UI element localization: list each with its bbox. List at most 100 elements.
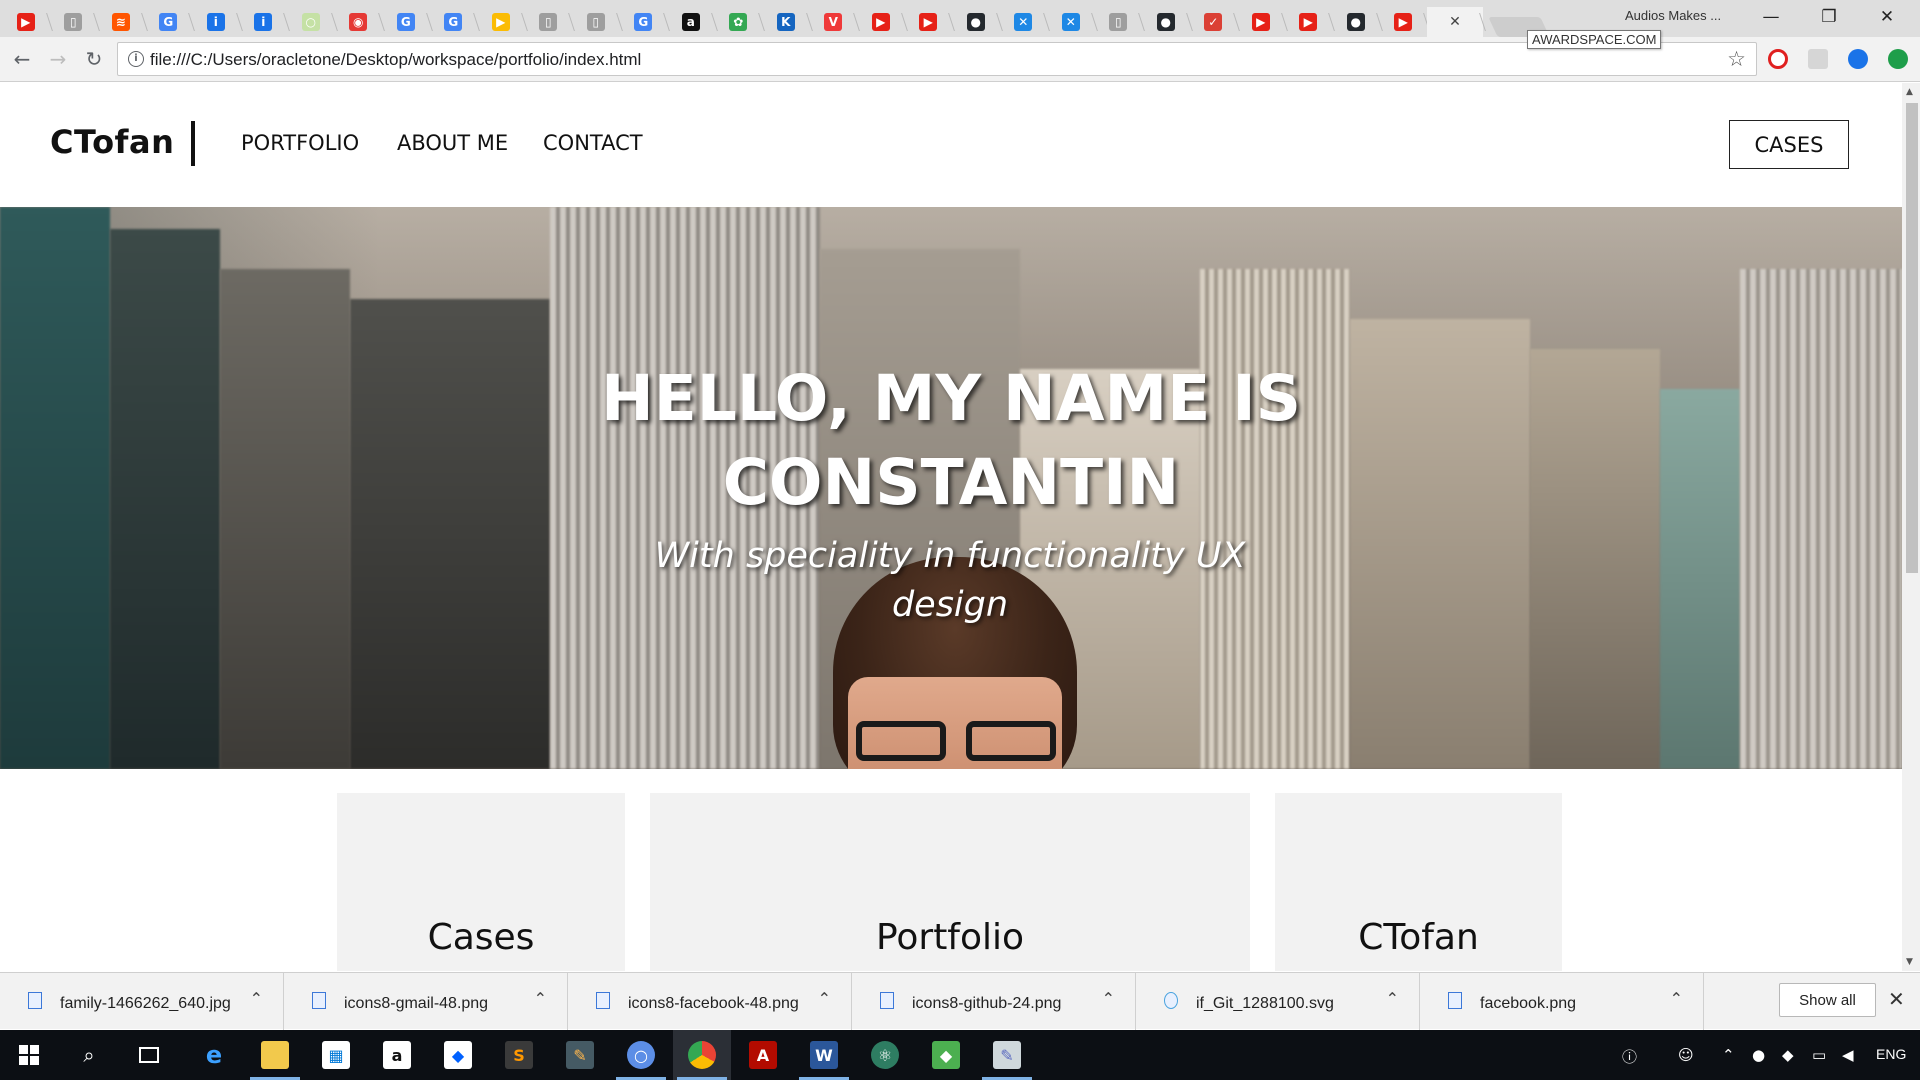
chevron-up-icon[interactable]: ⌃: [818, 989, 831, 1008]
browser-tab[interactable]: ▯: [525, 7, 573, 37]
task-view-button[interactable]: [120, 1030, 178, 1080]
chevron-up-icon[interactable]: ⌃: [250, 989, 263, 1008]
browser-tab[interactable]: ▶: [1237, 7, 1285, 37]
browser-tab[interactable]: K: [762, 7, 810, 37]
network-icon[interactable]: ●: [1752, 1046, 1765, 1064]
nav-portfolio-link[interactable]: PORTFOLIO: [241, 131, 359, 155]
search-extension-icon[interactable]: [1848, 49, 1868, 69]
browser-tab[interactable]: ▶: [905, 7, 953, 37]
reload-button[interactable]: ↻: [80, 45, 108, 73]
browser-tab[interactable]: ▯: [50, 7, 98, 37]
browser-tab[interactable]: i: [240, 7, 288, 37]
chevron-up-icon[interactable]: ⌃: [1386, 989, 1399, 1008]
paint-button[interactable]: ✎: [978, 1030, 1036, 1080]
browser-tab[interactable]: ▶: [857, 7, 905, 37]
chromium-icon: ○: [627, 1041, 655, 1069]
browser-tab[interactable]: ●: [952, 7, 1000, 37]
scroll-down-icon[interactable]: ▼: [1906, 957, 1913, 967]
close-window-button[interactable]: ✕: [1864, 0, 1910, 34]
browser-tab[interactable]: ●: [1142, 7, 1190, 37]
address-bar[interactable]: i file:///C:/Users/oracletone/Desktop/wo…: [117, 42, 1757, 76]
help-icon[interactable]: ⓘ: [1622, 1046, 1637, 1067]
atom-button[interactable]: ⚛: [856, 1030, 914, 1080]
card-ctofan[interactable]: CTofan: [1275, 793, 1562, 971]
nav-contact-link[interactable]: CONTACT: [543, 131, 643, 155]
amazon-button[interactable]: a: [368, 1030, 426, 1080]
file-explorer-button[interactable]: [246, 1030, 304, 1080]
card-portfolio[interactable]: Portfolio: [650, 793, 1250, 971]
show-all-button[interactable]: Show all: [1779, 983, 1876, 1017]
download-item[interactable]: if_Git_1288100.svg ⌃: [1136, 973, 1420, 1030]
download-item[interactable]: family-1466262_640.jpg ⌃: [0, 973, 284, 1030]
battery-icon[interactable]: ▭: [1812, 1046, 1826, 1064]
nav-about-link[interactable]: ABOUT ME: [397, 131, 508, 155]
browser-tab-active[interactable]: ✕: [1427, 7, 1483, 37]
dropbox-button[interactable]: ◆: [429, 1030, 487, 1080]
card-cases[interactable]: Cases: [337, 793, 625, 971]
site-logo[interactable]: CTofan: [50, 123, 174, 161]
browser-tab[interactable]: ◉: [335, 7, 383, 37]
browser-tab[interactable]: ≋: [97, 7, 145, 37]
browser-tab[interactable]: a: [667, 7, 715, 37]
browser-tab[interactable]: ▶: [2, 7, 50, 37]
green-extension-icon[interactable]: [1888, 49, 1908, 69]
git-button[interactable]: ◆: [917, 1030, 975, 1080]
browser-tab[interactable]: ✕: [1047, 7, 1095, 37]
opera-extension-icon[interactable]: [1768, 49, 1788, 69]
word-button[interactable]: W: [795, 1030, 853, 1080]
store-button[interactable]: ▦: [307, 1030, 365, 1080]
browser-tab[interactable]: ▯: [1095, 7, 1143, 37]
browser-tab[interactable]: ▶: [1285, 7, 1333, 37]
download-item[interactable]: facebook.png ⌃: [1420, 973, 1704, 1030]
browser-tab[interactable]: ○: [287, 7, 335, 37]
cases-button[interactable]: CASES: [1729, 120, 1849, 169]
download-item[interactable]: icons8-github-24.png ⌃: [852, 973, 1136, 1030]
chevron-up-icon[interactable]: ⌃: [534, 989, 547, 1008]
url-text[interactable]: file:///C:/Users/oracletone/Desktop/work…: [150, 50, 641, 70]
download-item[interactable]: icons8-gmail-48.png ⌃: [284, 973, 568, 1030]
browser-tab[interactable]: G: [620, 7, 668, 37]
edge-button[interactable]: e: [185, 1030, 243, 1080]
dropbox-tray-icon[interactable]: ◆: [1782, 1046, 1794, 1064]
browser-tab[interactable]: V: [810, 7, 858, 37]
page-info-icon[interactable]: i: [128, 51, 144, 67]
vertical-scrollbar[interactable]: ▲ ▼: [1902, 83, 1920, 971]
volume-icon[interactable]: ◀: [1842, 1046, 1854, 1064]
file-icon: [1448, 992, 1462, 1009]
language-indicator[interactable]: ENG: [1876, 1046, 1906, 1062]
extension-icon[interactable]: [1808, 49, 1828, 69]
browser-tab[interactable]: i: [192, 7, 240, 37]
restore-button[interactable]: ❐: [1806, 0, 1852, 34]
browser-tab[interactable]: ▯: [572, 7, 620, 37]
back-button[interactable]: ←: [8, 45, 36, 73]
browser-tab[interactable]: ▶: [477, 7, 525, 37]
scroll-thumb[interactable]: [1906, 103, 1918, 573]
download-item[interactable]: icons8-facebook-48.png ⌃: [568, 973, 852, 1030]
close-tab-icon[interactable]: ✕: [1449, 14, 1461, 30]
chevron-up-icon[interactable]: ⌃: [1722, 1046, 1735, 1064]
minimize-button[interactable]: —: [1748, 0, 1794, 34]
browser-tab[interactable]: ✕: [1000, 7, 1048, 37]
start-button[interactable]: [0, 1030, 58, 1080]
app-button[interactable]: ✎: [551, 1030, 609, 1080]
chevron-up-icon[interactable]: ⌃: [1102, 989, 1115, 1008]
browser-tab[interactable]: ✓: [1190, 7, 1238, 37]
chevron-up-icon[interactable]: ⌃: [1670, 989, 1683, 1008]
browser-tab[interactable]: ✿: [715, 7, 763, 37]
bookmark-star-icon[interactable]: ☆: [1727, 47, 1746, 71]
profile-name[interactable]: Audios Makes ...: [1625, 8, 1721, 23]
search-button[interactable]: ⌕: [60, 1030, 118, 1080]
close-downloads-icon[interactable]: ✕: [1888, 987, 1905, 1011]
acrobat-button[interactable]: A: [734, 1030, 792, 1080]
forward-button[interactable]: →: [44, 45, 72, 73]
scroll-up-icon[interactable]: ▲: [1906, 87, 1913, 97]
chromium-button[interactable]: ○: [612, 1030, 670, 1080]
browser-tab[interactable]: G: [382, 7, 430, 37]
browser-tab[interactable]: G: [145, 7, 193, 37]
sublime-button[interactable]: S: [490, 1030, 548, 1080]
browser-tab[interactable]: ▶: [1380, 7, 1428, 37]
chrome-button[interactable]: [673, 1030, 731, 1080]
browser-tab[interactable]: ●: [1332, 7, 1380, 37]
browser-tab[interactable]: G: [430, 7, 478, 37]
people-icon[interactable]: ☺: [1678, 1046, 1694, 1064]
